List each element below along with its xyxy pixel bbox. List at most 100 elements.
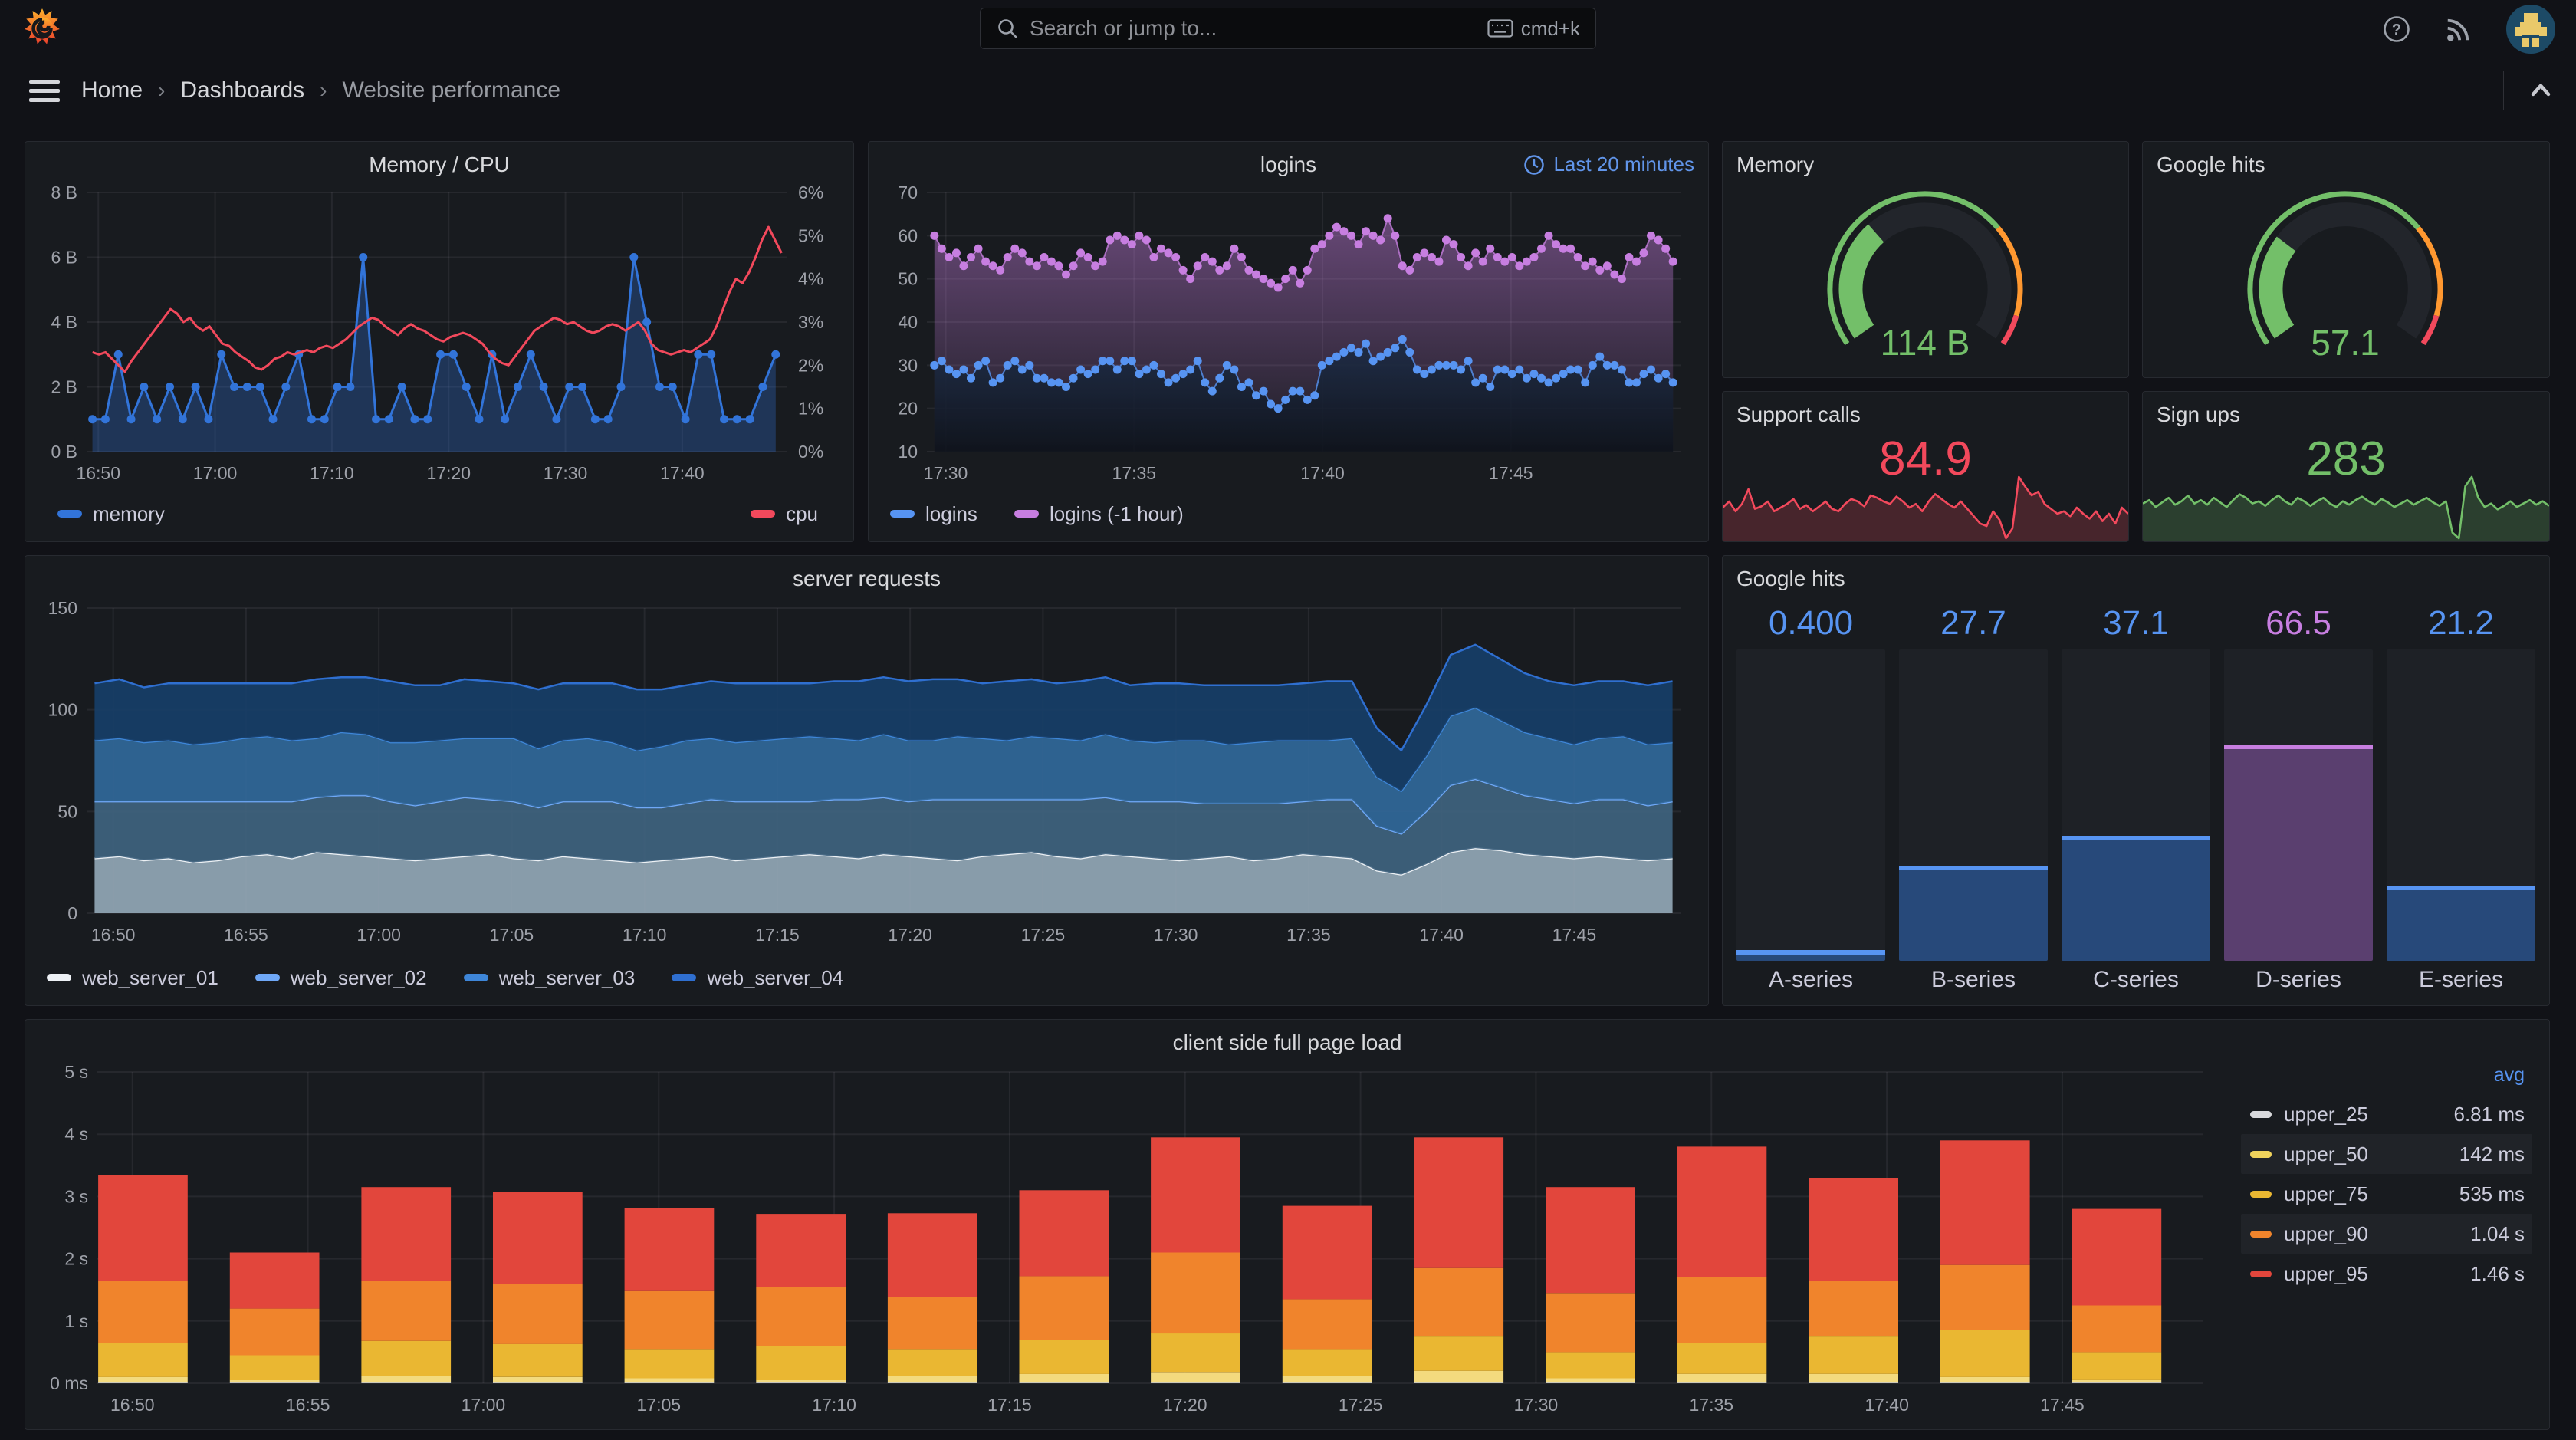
chevron-up-icon[interactable] <box>2525 75 2556 106</box>
legend: memory cpu <box>47 494 832 534</box>
svg-text:57.1: 57.1 <box>2311 323 2380 363</box>
svg-text:114 B: 114 B <box>1881 323 1970 363</box>
svg-text:17:40: 17:40 <box>1419 925 1464 945</box>
svg-text:100: 100 <box>48 700 77 720</box>
panel-title[interactable]: server requests <box>25 568 1708 590</box>
legend-item-logins[interactable]: logins <box>890 502 978 526</box>
panel-title[interactable]: Memory <box>1737 154 1814 176</box>
legend-item-upper_90[interactable]: upper_90 1.04 s <box>2241 1214 2532 1254</box>
divider <box>2503 71 2504 110</box>
svg-text:17:15: 17:15 <box>755 925 800 945</box>
svg-text:40: 40 <box>898 312 918 332</box>
legend-item-web_server_04[interactable]: web_server_04 <box>672 966 843 990</box>
legend-item-memory[interactable]: memory <box>58 502 165 526</box>
svg-text:1 s: 1 s <box>64 1311 88 1331</box>
bar-gauge-track <box>2387 649 2535 961</box>
bar-gauge-label: A-series <box>1768 967 1854 992</box>
svg-text:17:30: 17:30 <box>924 463 968 483</box>
clock-icon <box>1524 154 1545 175</box>
panel-title[interactable]: Google hits <box>1737 568 1845 590</box>
breadcrumb-home[interactable]: Home <box>81 77 143 104</box>
legend-swatch <box>2250 1230 2272 1238</box>
svg-text:30: 30 <box>898 355 918 375</box>
svg-text:16:50: 16:50 <box>76 463 120 483</box>
bar-gauge-track <box>1737 649 1885 961</box>
bar-gauge-item-A-series: 0.400 A-series <box>1737 602 1885 996</box>
panel-sign-ups: Sign ups 283 <box>2142 391 2550 542</box>
memory-gauge: 114 B <box>1827 191 2023 363</box>
bar-gauge-label: D-series <box>2256 967 2341 992</box>
legend-swatch <box>2250 1270 2272 1277</box>
svg-text:17:20: 17:20 <box>888 925 932 945</box>
help-icon[interactable]: ? <box>2381 14 2412 44</box>
breadcrumb-dashboards[interactable]: Dashboards <box>180 77 304 104</box>
stat-value: 283 <box>2306 432 2386 485</box>
legend-item-upper_25[interactable]: upper_25 6.81 ms <box>2241 1094 2532 1134</box>
panel-support-calls: Support calls 84.9 <box>1722 391 2129 542</box>
legend-item-web_server_01[interactable]: web_server_01 <box>47 966 219 990</box>
bar-gauge-label: E-series <box>2418 967 2504 992</box>
legend-item-upper_75[interactable]: upper_75 535 ms <box>2241 1174 2532 1214</box>
legend-item-upper_95[interactable]: upper_95 1.46 s <box>2241 1254 2532 1294</box>
svg-text:17:30: 17:30 <box>1514 1395 1559 1415</box>
panel-memory-gauge: Memory 114 B <box>1722 141 2129 378</box>
svg-text:2 s: 2 s <box>64 1249 88 1269</box>
panel-title[interactable]: Google hits <box>2157 154 2266 176</box>
svg-text:17:20: 17:20 <box>1163 1395 1208 1415</box>
panel-title[interactable]: Support calls <box>1737 404 1861 426</box>
svg-text:17:10: 17:10 <box>812 1395 856 1415</box>
breadcrumb-separator: › <box>320 78 327 102</box>
bar-gauge-fill <box>2224 745 2373 961</box>
rss-news-icon[interactable] <box>2444 15 2473 44</box>
svg-text:5 s: 5 s <box>64 1062 88 1082</box>
server-requests-chart[interactable]: 0 50 100 150 16:50 16:55 17:00 17:05 17:10 17:15 1… <box>38 596 1697 948</box>
legend-item-web_server_02[interactable]: web_server_02 <box>255 966 427 990</box>
svg-text:10: 10 <box>898 442 918 462</box>
subnav-actions <box>2503 58 2556 123</box>
legend-swatch <box>2250 1110 2272 1118</box>
svg-text:17:35: 17:35 <box>1286 925 1331 945</box>
legend-swatch <box>47 974 71 981</box>
search-input[interactable]: Search or jump to... cmd+k <box>980 8 1596 49</box>
legend-swatch <box>672 974 697 981</box>
memory-cpu-chart[interactable]: 0 B 2 B 4 B 6 B 8 B 16:50 17:00 17:10 17:20 17:30… <box>38 182 843 487</box>
svg-text:17:40: 17:40 <box>1300 463 1345 483</box>
bar-gauge-fill <box>2062 836 2210 961</box>
svg-text:17:25: 17:25 <box>1021 925 1066 945</box>
menu-toggle-button[interactable] <box>29 77 60 104</box>
svg-text:6%: 6% <box>798 182 823 202</box>
panel-server-requests: server requests 0 50 100 150 16:50 16:55 17:00… <box>25 555 1709 1006</box>
svg-text:17:30: 17:30 <box>544 463 588 483</box>
svg-text:5%: 5% <box>798 225 823 245</box>
panel-title[interactable]: client side full page load <box>25 1032 2549 1054</box>
bar-gauge-value: 21.2 <box>2428 604 2494 642</box>
bar-gauge-track <box>2062 649 2210 961</box>
legend-item-web_server_03[interactable]: web_server_03 <box>463 966 635 990</box>
top-nav-actions: ? <box>2381 0 2556 58</box>
google-hits-gauge: 57.1 <box>2247 191 2443 363</box>
svg-text:17:20: 17:20 <box>426 463 471 483</box>
panel-title[interactable]: Sign ups <box>2157 404 2240 426</box>
legend-item-logins (-1 hour)[interactable]: logins (-1 hour) <box>1014 502 1184 526</box>
svg-text:1%: 1% <box>798 399 823 419</box>
grafana-logo-icon[interactable] <box>20 7 64 51</box>
page-load-chart[interactable]: 0 ms 1 s 2 s 3 s 4 s 5 s 16:50 16:55 17:00 17:05 1… <box>38 1060 2215 1420</box>
svg-text:3%: 3% <box>798 312 823 332</box>
panel-client-page-load: client side full page load 0 ms 1 s 2 s 3 s… <box>25 1019 2550 1430</box>
bar-gauge-item-E-series: 21.2 E-series <box>2387 602 2535 996</box>
bar-gauge-value: 27.7 <box>1940 604 2006 642</box>
svg-text:150: 150 <box>48 598 77 618</box>
panel-title[interactable]: Memory / CPU <box>25 154 853 176</box>
legend-item-cpu[interactable]: cpu <box>751 502 818 526</box>
bar-gauge-value: 0.400 <box>1768 604 1854 642</box>
keyboard-icon <box>1487 19 1513 38</box>
legend-item-upper_50[interactable]: upper_50 142 ms <box>2241 1134 2532 1174</box>
legend-swatch <box>2250 1190 2272 1198</box>
svg-text:6 B: 6 B <box>51 248 77 268</box>
user-avatar[interactable] <box>2505 4 2556 54</box>
svg-text:16:50: 16:50 <box>91 925 136 945</box>
svg-text:17:10: 17:10 <box>310 463 354 483</box>
logins-chart[interactable]: 10 20 30 40 50 60 70 17:30 17:35 17:40 17:45 <box>881 182 1697 487</box>
legend-swatch <box>463 974 488 981</box>
time-range-indicator[interactable]: Last 20 minutes <box>1523 153 1694 176</box>
